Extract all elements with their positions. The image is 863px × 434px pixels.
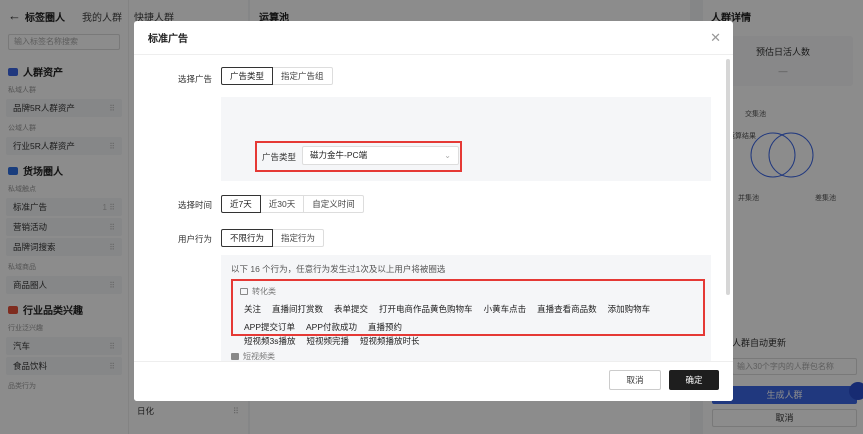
tag-app-paid: APP付款成功 xyxy=(306,322,358,332)
tab-7-days[interactable]: 近7天 xyxy=(221,195,261,213)
conversion-tags: 关注 直播间打赏数 表单提交 打开电商作品黄色购物车 小黄车点击 直播查看商品数… xyxy=(244,303,699,333)
tab-ad-group[interactable]: 指定广告组 xyxy=(272,67,333,85)
select-time-label: 选择时间 xyxy=(178,200,213,210)
conversion-icon xyxy=(240,288,248,295)
behavior-hint: 以下 16 个行为，任意行为发生过1次及以上用户将被圈选 xyxy=(231,264,446,274)
tab-specified-behavior[interactable]: 指定行为 xyxy=(272,229,325,247)
user-behavior-label: 用户行为 xyxy=(178,234,213,244)
tag-video-finish: 短视频完播 xyxy=(306,336,349,346)
close-icon[interactable]: ✕ xyxy=(710,30,721,46)
modal-header: 标准广告 ✕ xyxy=(134,21,733,55)
ad-type-label: 广告类型 xyxy=(262,152,297,162)
tab-custom-time[interactable]: 自定义时间 xyxy=(303,195,364,213)
category-conversion-title: 转化类 xyxy=(252,287,276,296)
standard-ad-modal: 标准广告 ✕ 选择广告 广告类型 指定广告组 广告类型 磁力金牛-PC端 ⌄ 选… xyxy=(134,21,733,401)
tab-unlimited-behavior[interactable]: 不限行为 xyxy=(221,229,274,247)
behavior-tabs: 不限行为 指定行为 xyxy=(221,229,325,247)
ad-type-value: 磁力金牛-PC端 xyxy=(310,150,368,160)
modal-title: 标准广告 xyxy=(148,34,188,45)
tag-live-view-goods: 直播查看商品数 xyxy=(537,304,597,314)
tag-cart-click: 小黄车点击 xyxy=(483,304,527,314)
tag-live-tip: 直播间打赏数 xyxy=(272,304,324,314)
chevron-down-icon: ⌄ xyxy=(444,151,451,160)
tag-follow: 关注 xyxy=(244,304,262,314)
tag-video-duration: 短视频播放时长 xyxy=(360,336,420,346)
confirm-button[interactable]: 确定 xyxy=(669,370,719,390)
modal-scrollbar[interactable] xyxy=(726,59,730,295)
modal-footer: 取消 确定 xyxy=(134,361,733,401)
modal-body: 选择广告 广告类型 指定广告组 广告类型 磁力金牛-PC端 ⌄ 选择时间 近7天… xyxy=(134,55,733,361)
tag-live-booking: 直播预约 xyxy=(368,322,403,332)
ad-type-select[interactable]: 磁力金牛-PC端 ⌄ xyxy=(302,146,459,165)
short-video-tags: 短视频3s播放 短视频完播 短视频播放时长 xyxy=(244,335,699,347)
cancel-button[interactable]: 取消 xyxy=(609,370,661,390)
category-short-video: 短视频类 xyxy=(231,351,275,361)
tab-30-days[interactable]: 近30天 xyxy=(259,195,305,213)
category-short-video-title: 短视频类 xyxy=(243,352,275,361)
tab-ad-type[interactable]: 广告类型 xyxy=(221,67,274,85)
tag-open-cart: 打开电商作品黄色购物车 xyxy=(379,304,473,314)
category-conversion: 转化类 xyxy=(240,286,276,297)
tag-add-cart: 添加购物车 xyxy=(607,304,651,314)
tag-video-3s: 短视频3s播放 xyxy=(244,336,296,346)
select-ad-label: 选择广告 xyxy=(178,74,213,84)
video-icon xyxy=(231,353,239,360)
tag-app-order: APP提交订单 xyxy=(244,322,296,332)
tag-form-submit: 表单提交 xyxy=(334,304,369,314)
time-tabs: 近7天 近30天 自定义时间 xyxy=(221,195,364,213)
ad-selection-tabs: 广告类型 指定广告组 xyxy=(221,67,333,85)
